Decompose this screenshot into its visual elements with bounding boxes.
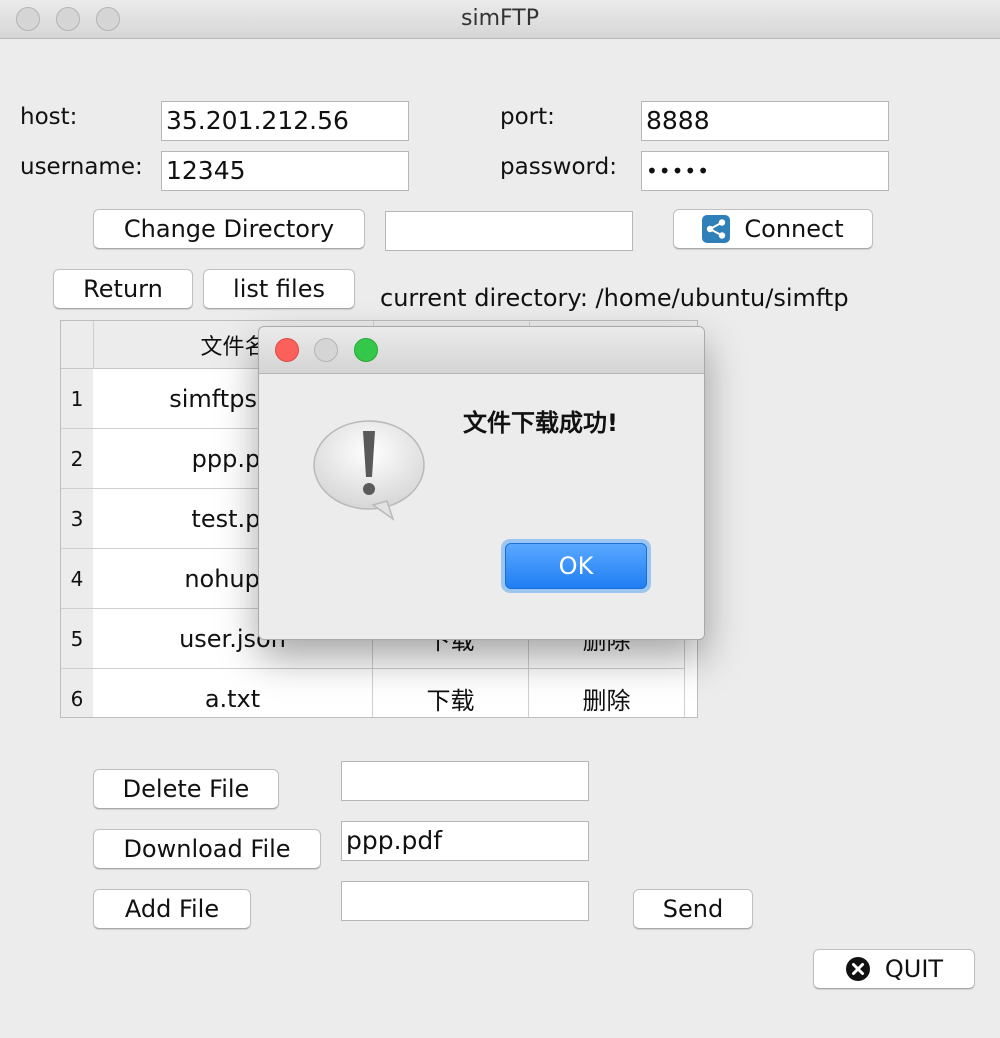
quit-button[interactable]: QUIT xyxy=(813,949,975,989)
row-number: 6 xyxy=(61,669,93,717)
ok-button-focus-ring: OK xyxy=(501,539,651,593)
port-input[interactable]: 8888 xyxy=(641,101,889,141)
port-label: port: xyxy=(500,104,555,130)
window-title: simFTP xyxy=(461,6,539,31)
host-input[interactable]: 35.201.212.56 xyxy=(161,101,409,141)
close-circle-icon xyxy=(845,956,871,982)
username-input[interactable]: 12345 xyxy=(161,151,409,191)
connect-button[interactable]: Connect xyxy=(673,209,873,249)
dialog-close-button[interactable] xyxy=(275,338,299,362)
current-directory-label: current directory: /home/ubuntu/simftp xyxy=(380,284,849,312)
password-label: password: xyxy=(500,154,617,180)
username-label: username: xyxy=(20,154,143,180)
ok-button[interactable]: OK xyxy=(505,543,647,589)
table-cell-filename[interactable]: a.txt xyxy=(93,669,373,717)
alert-dialog: 文件下载成功! OK xyxy=(258,326,705,640)
dialog-titlebar xyxy=(259,327,704,374)
connect-button-label: Connect xyxy=(744,215,844,243)
list-files-button[interactable]: list files xyxy=(203,269,355,309)
download-file-button[interactable]: Download File xyxy=(93,829,321,869)
delete-action[interactable]: 删除 xyxy=(529,669,685,717)
change-directory-button[interactable]: Change Directory xyxy=(93,209,365,249)
window-titlebar: simFTP xyxy=(0,0,1000,39)
download-file-input[interactable]: ppp.pdf xyxy=(341,821,589,861)
send-button[interactable]: Send xyxy=(633,889,753,929)
quit-button-label: QUIT xyxy=(884,955,944,983)
row-number: 2 xyxy=(61,429,93,489)
host-label: host: xyxy=(20,104,78,130)
dialog-message: 文件下载成功! xyxy=(463,409,618,437)
dialog-zoom-button[interactable] xyxy=(354,338,378,362)
row-number: 4 xyxy=(61,549,93,609)
warning-icon xyxy=(311,415,431,527)
directory-input[interactable] xyxy=(385,211,633,251)
return-button[interactable]: Return xyxy=(53,269,193,309)
row-number: 5 xyxy=(61,609,93,669)
dialog-minimize-button[interactable] xyxy=(314,338,338,362)
share-icon xyxy=(702,215,731,243)
add-file-button[interactable]: Add File xyxy=(93,889,251,929)
delete-file-button[interactable]: Delete File xyxy=(93,769,279,809)
password-input[interactable]: ••••• xyxy=(641,151,889,191)
row-number: 1 xyxy=(61,369,93,429)
download-action[interactable]: 下载 xyxy=(373,669,529,717)
add-file-input[interactable] xyxy=(341,881,589,921)
row-number: 3 xyxy=(61,489,93,549)
delete-file-input[interactable] xyxy=(341,761,589,801)
